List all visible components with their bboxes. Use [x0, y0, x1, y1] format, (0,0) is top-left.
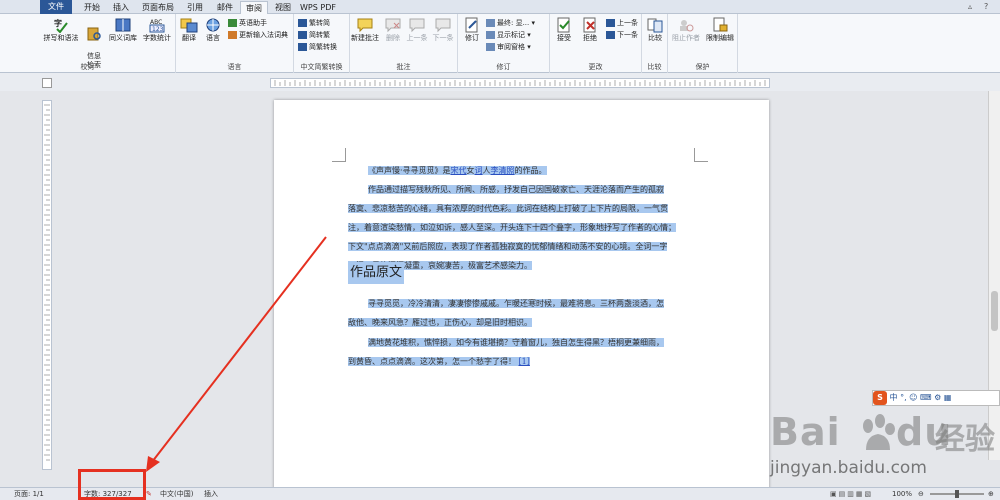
- annotation-arrow-line: [151, 236, 327, 463]
- annotation-arrow-head: [146, 456, 160, 472]
- word-window: 文件 开始 插入 页面布局 引用 邮件 审阅 视图 WPS PDF ▵ ? 字 …: [0, 0, 1000, 500]
- annotation-arrow: [146, 236, 327, 472]
